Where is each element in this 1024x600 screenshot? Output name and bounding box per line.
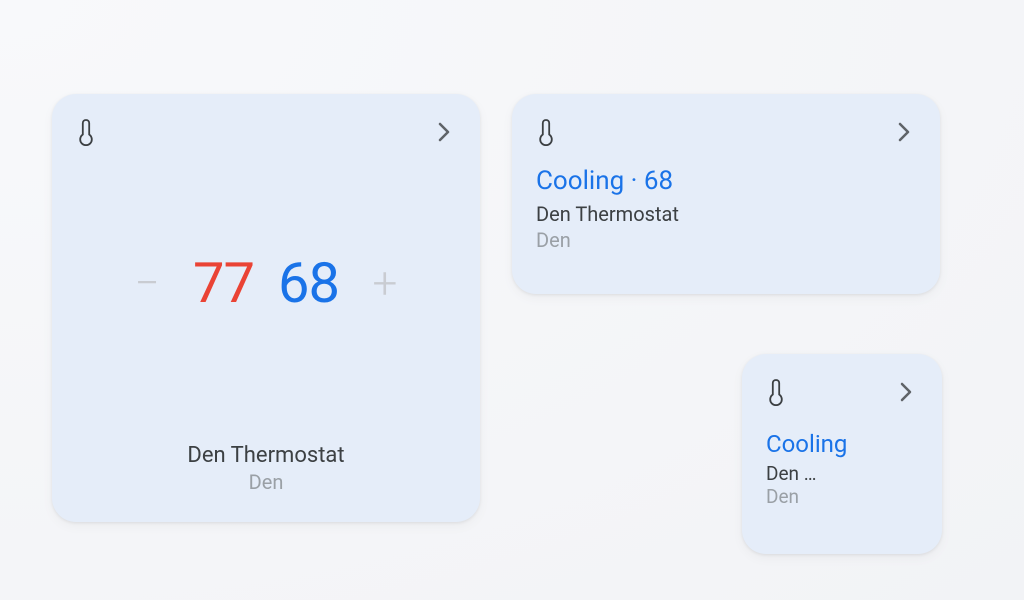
increase-temp-button[interactable]: + (363, 257, 407, 309)
decrease-temp-button[interactable]: − (125, 257, 169, 309)
heat-setpoint: 77 (193, 250, 254, 316)
device-name: Den Thermostat (536, 202, 916, 226)
room-name: Den (536, 228, 916, 252)
status-line: Cooling · 68 (536, 166, 916, 196)
thermometer-icon (76, 118, 96, 146)
chevron-right-icon[interactable] (892, 120, 916, 144)
thermostat-card-medium[interactable]: Cooling · 68 Den Thermostat Den (512, 94, 940, 294)
cool-setpoint: 68 (278, 250, 339, 316)
device-name: Den Thermostat (52, 443, 480, 468)
thermometer-icon (536, 118, 556, 146)
chevron-right-icon[interactable] (432, 120, 456, 144)
thermostat-card-large[interactable]: − 77 68 + Den Thermostat Den (52, 94, 480, 522)
temperature-controls: − 77 68 + (76, 250, 456, 316)
card-footer: Den Thermostat Den (52, 443, 480, 494)
status-line: Cooling (766, 430, 918, 458)
device-name: Den … (766, 462, 918, 485)
room-name: Den (52, 470, 480, 494)
chevron-right-icon[interactable] (894, 380, 918, 404)
card-header (766, 374, 918, 410)
card-header (536, 114, 916, 150)
thermostat-card-small[interactable]: Cooling Den … Den (742, 354, 942, 554)
room-name: Den (766, 485, 918, 508)
card-header (76, 114, 456, 150)
thermometer-icon (766, 378, 786, 406)
